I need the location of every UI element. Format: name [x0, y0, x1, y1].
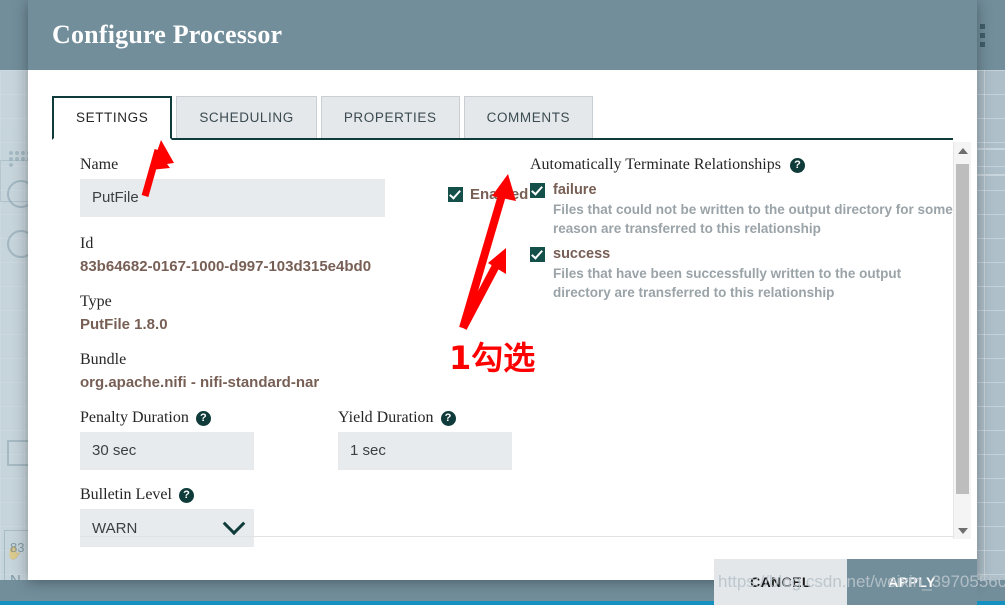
scrollbar-thumb[interactable] [956, 164, 969, 494]
yield-duration-label-text: Yield Duration [338, 409, 434, 426]
bundle-value: org.apache.nifi - nifi-standard-nar [80, 374, 320, 391]
scroll-up-arrow-icon[interactable] [954, 142, 971, 159]
backdrop-label-1: 83 [10, 540, 25, 555]
relationship-success-label: success [553, 246, 611, 263]
name-input[interactable]: PutFile [80, 179, 385, 217]
dialog-footer: CANCEL APPLY [0, 559, 1005, 605]
settings-right-column: Automatically Terminate Relationships ? … [530, 156, 960, 311]
duration-row: Penalty Duration ? 30 sec Yield Duration… [80, 409, 520, 470]
yield-duration-label: Yield Duration ? [338, 409, 512, 427]
enabled-checkbox-row[interactable]: Enabled [448, 186, 528, 203]
tab-bar: SETTINGS SCHEDULING PROPERTIES COMMENTS [52, 96, 953, 140]
enabled-label: Enabled [470, 186, 529, 203]
bulletin-level-label: Bulletin Level ? [80, 486, 520, 504]
dialog-header: Configure Processor [28, 0, 977, 70]
dialog-title: Configure Processor [52, 20, 283, 49]
settings-left-column: Name PutFile Id 83b64682-0167-1000-d997-… [80, 156, 528, 547]
canvas-note-icon [975, 148, 1005, 176]
bulletin-level-value: WARN [92, 519, 138, 537]
id-field-group: Id 83b64682-0167-1000-d997-103d315e4bd0 [80, 235, 520, 275]
tab-comments[interactable]: COMMENTS [463, 96, 594, 138]
yield-duration-input[interactable]: 1 sec [338, 432, 512, 470]
help-icon[interactable]: ? [178, 487, 194, 503]
auto-terminate-title: Automatically Terminate Relationships ? [530, 156, 960, 174]
relationship-item-failure: failure Files that could not be written … [530, 182, 960, 238]
relationship-failure-row[interactable]: failure [530, 182, 960, 198]
enabled-checkbox[interactable] [448, 187, 463, 202]
content-divider [80, 536, 960, 537]
relationship-item-success: success Files that have been successfull… [530, 246, 960, 302]
id-label: Id [80, 235, 94, 252]
relationship-failure-description: Files that could not be written to the o… [553, 202, 953, 237]
help-icon[interactable]: ? [789, 157, 805, 173]
penalty-duration-label: Penalty Duration ? [80, 409, 254, 427]
penalty-duration-input[interactable]: 30 sec [80, 432, 254, 470]
bulletin-level-label-text: Bulletin Level [80, 486, 172, 503]
tab-settings[interactable]: SETTINGS [52, 96, 173, 140]
name-label: Name [80, 156, 119, 173]
help-icon[interactable]: ? [195, 410, 211, 426]
relationship-failure-checkbox[interactable] [530, 182, 545, 198]
content-scrollbar[interactable] [953, 142, 971, 539]
type-value: PutFile 1.8.0 [80, 316, 168, 333]
relationship-success-description: Files that have been successfully writte… [553, 266, 902, 301]
yield-duration-group: Yield Duration ? 1 sec [338, 409, 512, 470]
configure-processor-dialog: Configure Processor SETTINGS SCHEDULING … [28, 0, 977, 580]
auto-terminate-title-text: Automatically Terminate Relationships [530, 156, 781, 173]
type-field-group: Type PutFile 1.8.0 [80, 293, 520, 333]
bulletin-level-group: Bulletin Level ? WARN [80, 486, 520, 547]
settings-tab-content: Name PutFile Id 83b64682-0167-1000-d997-… [28, 140, 977, 550]
apply-button[interactable]: APPLY [847, 559, 977, 605]
bundle-label: Bundle [80, 351, 127, 368]
id-value: 83b64682-0167-1000-d997-103d315e4bd0 [80, 258, 372, 275]
bulletin-level-select[interactable]: WARN [80, 509, 254, 547]
penalty-duration-label-text: Penalty Duration [80, 409, 189, 426]
relationship-success-checkbox[interactable] [530, 246, 545, 262]
relationship-failure-label: failure [553, 182, 597, 198]
chevron-down-icon [222, 512, 246, 536]
overflow-menu-icon[interactable] [980, 20, 985, 51]
type-label: Type [80, 293, 112, 310]
tab-scheduling[interactable]: SCHEDULING [176, 96, 317, 138]
cancel-button[interactable]: CANCEL [714, 559, 847, 605]
scroll-down-arrow-icon[interactable] [954, 522, 971, 539]
help-icon[interactable]: ? [440, 410, 456, 426]
penalty-duration-group: Penalty Duration ? 30 sec [80, 409, 254, 470]
bundle-field-group: Bundle org.apache.nifi - nifi-standard-n… [80, 351, 520, 391]
tab-properties[interactable]: PROPERTIES [320, 96, 460, 138]
relationship-success-row[interactable]: success [530, 246, 960, 262]
